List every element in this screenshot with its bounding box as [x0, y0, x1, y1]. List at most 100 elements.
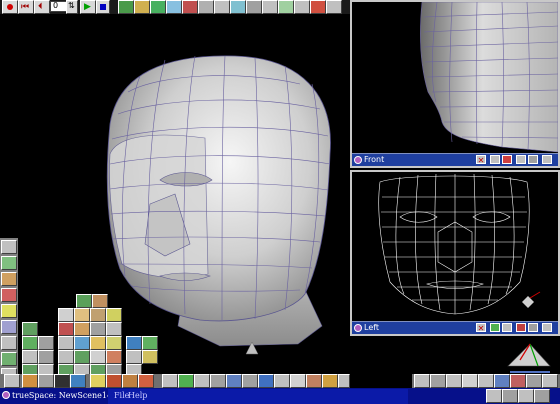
sweep-icon[interactable]: [214, 0, 230, 14]
view-eye-icon[interactable]: [526, 374, 542, 388]
bt-figure-icon[interactable]: [338, 374, 350, 388]
left-toolbar-icon-1[interactable]: [490, 323, 500, 332]
bt-render-icon[interactable]: [178, 374, 194, 388]
paint-icon[interactable]: [134, 0, 150, 14]
render-icon[interactable]: [106, 350, 122, 364]
view-zoom-icon[interactable]: [542, 374, 558, 388]
grid-icon[interactable]: [22, 350, 38, 364]
bt-curve-icon[interactable]: [162, 374, 178, 388]
tool-path-icon[interactable]: [1, 336, 17, 350]
morph-icon[interactable]: [90, 350, 106, 364]
bt-texture-icon[interactable]: [106, 374, 122, 388]
bt-face-icon[interactable]: [306, 374, 322, 388]
bt-box-icon[interactable]: [242, 374, 258, 388]
step-back-button[interactable]: ⏴: [34, 0, 50, 14]
view-select-icon[interactable]: [414, 374, 430, 388]
bt-lathe-icon[interactable]: [4, 374, 20, 388]
tool-sphere-icon[interactable]: [1, 272, 17, 286]
bt-brush-icon[interactable]: [194, 374, 210, 388]
bt-color-icon[interactable]: [90, 374, 106, 388]
status-right-icon-1[interactable]: [486, 389, 502, 403]
tool-group-icon[interactable]: [1, 352, 17, 366]
knife-icon[interactable]: [294, 0, 310, 14]
left-close-button[interactable]: ✕: [476, 323, 486, 333]
camera-icon[interactable]: [106, 322, 122, 336]
front-viewport[interactable]: Front ✕: [350, 0, 560, 168]
bt-mirror-icon[interactable]: [210, 374, 226, 388]
left-viewport[interactable]: Left ✕: [350, 170, 560, 336]
material-icon[interactable]: [118, 0, 134, 14]
bt-object-icon[interactable]: [54, 374, 70, 388]
spline-icon[interactable]: [74, 322, 90, 336]
front-title-bar[interactable]: Front ✕: [352, 153, 558, 166]
rewind-button[interactable]: ⏮: [18, 0, 34, 14]
bt-sphere-icon[interactable]: [22, 374, 38, 388]
bt-cross-icon[interactable]: [290, 374, 306, 388]
mirror-icon[interactable]: [326, 0, 342, 14]
left-toolbar-icon-2[interactable]: [502, 323, 512, 332]
left-toolbar-icon-4[interactable]: [528, 323, 538, 332]
text-icon[interactable]: [58, 322, 74, 336]
view-move-icon[interactable]: [430, 374, 446, 388]
sub-object-icon[interactable]: [74, 336, 90, 350]
light-icon[interactable]: [90, 322, 106, 336]
bt-drop-icon[interactable]: [226, 374, 242, 388]
loft-icon[interactable]: [166, 0, 182, 14]
left-toolbar-icon-5[interactable]: [542, 323, 552, 332]
arrow-icon[interactable]: [74, 350, 90, 364]
node-icon[interactable]: [38, 350, 54, 364]
navigation-gizmo[interactable]: [500, 336, 560, 374]
view-light-icon[interactable]: [510, 374, 526, 388]
front-toolbar-icon-4[interactable]: [528, 155, 538, 164]
view-grid-icon[interactable]: [462, 374, 478, 388]
cylinder-icon[interactable]: [74, 308, 90, 322]
record-button[interactable]: [2, 0, 18, 14]
frame-icon[interactable]: [58, 350, 74, 364]
cone-icon[interactable]: [58, 308, 74, 322]
bt-shade-icon[interactable]: [38, 374, 54, 388]
ball-icon[interactable]: [126, 336, 142, 350]
bt-pattern-icon[interactable]: [138, 374, 154, 388]
edit-icon[interactable]: [198, 0, 214, 14]
bt-wood-icon[interactable]: [122, 374, 138, 388]
deform-icon[interactable]: [262, 0, 278, 14]
left-title-bar[interactable]: Left ✕: [352, 321, 558, 334]
polygon-icon[interactable]: [22, 322, 38, 336]
front-close-button[interactable]: ✕: [476, 155, 486, 165]
sphere-icon[interactable]: [92, 294, 108, 308]
menu-help[interactable]: Help: [128, 390, 147, 402]
bend-icon[interactable]: [230, 0, 246, 14]
cube-icon[interactable]: [76, 294, 92, 308]
bt-grid-icon[interactable]: [258, 374, 274, 388]
loop-button[interactable]: ⇅: [66, 0, 78, 14]
tube-icon[interactable]: [182, 0, 198, 14]
patch-icon[interactable]: [22, 336, 38, 350]
tool-light-icon[interactable]: [1, 304, 17, 318]
status-right-icon-4[interactable]: [534, 389, 550, 403]
cross-icon[interactable]: [126, 350, 142, 364]
play-button[interactable]: ▶: [80, 0, 96, 14]
front-toolbar-icon-1[interactable]: [490, 155, 500, 164]
deform-object-icon[interactable]: [90, 336, 106, 350]
bt-sun-icon[interactable]: [322, 374, 338, 388]
view-camera-icon[interactable]: [494, 374, 510, 388]
front-toolbar-icon-3[interactable]: [516, 155, 526, 164]
twist-icon[interactable]: [246, 0, 262, 14]
stop-button[interactable]: [96, 0, 110, 14]
front-toolbar-icon-2[interactable]: [502, 155, 512, 164]
lattice-icon[interactable]: [278, 0, 294, 14]
bt-paint-icon[interactable]: [274, 374, 290, 388]
left-toolbar-icon-3[interactable]: [516, 323, 526, 332]
view-table-icon[interactable]: [478, 374, 494, 388]
front-toolbar-icon-5[interactable]: [542, 155, 552, 164]
metaball-icon[interactable]: [38, 336, 54, 350]
torus-icon[interactable]: [90, 308, 106, 322]
status-right-icon-3[interactable]: [518, 389, 534, 403]
bt-globe-icon[interactable]: [70, 374, 86, 388]
tool-grid-icon[interactable]: [1, 240, 17, 254]
particle-icon[interactable]: [106, 336, 122, 350]
nurbs-icon[interactable]: [58, 336, 74, 350]
tool-lattice-icon[interactable]: [1, 256, 17, 270]
plane-icon[interactable]: [106, 308, 122, 322]
tool-camera-icon[interactable]: [1, 320, 17, 334]
